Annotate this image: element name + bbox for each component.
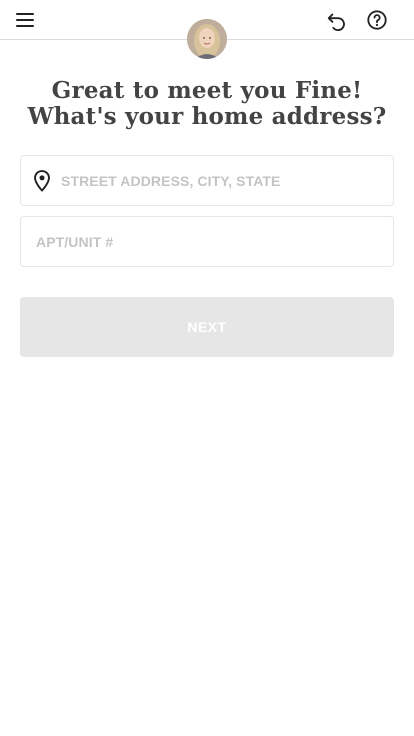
- next-button[interactable]: NEXT: [20, 297, 394, 357]
- apt-unit-input[interactable]: [21, 217, 393, 266]
- hamburger-menu-icon[interactable]: [14, 11, 36, 29]
- help-icon[interactable]: [366, 9, 388, 31]
- street-address-input[interactable]: [51, 156, 393, 205]
- undo-icon[interactable]: [326, 9, 348, 31]
- user-avatar: [187, 19, 227, 59]
- page-title: Great to meet you Fine! What's your home…: [27, 77, 387, 130]
- apt-unit-field[interactable]: [20, 216, 394, 267]
- location-pin-icon: [34, 169, 50, 192]
- street-address-field[interactable]: [20, 155, 394, 206]
